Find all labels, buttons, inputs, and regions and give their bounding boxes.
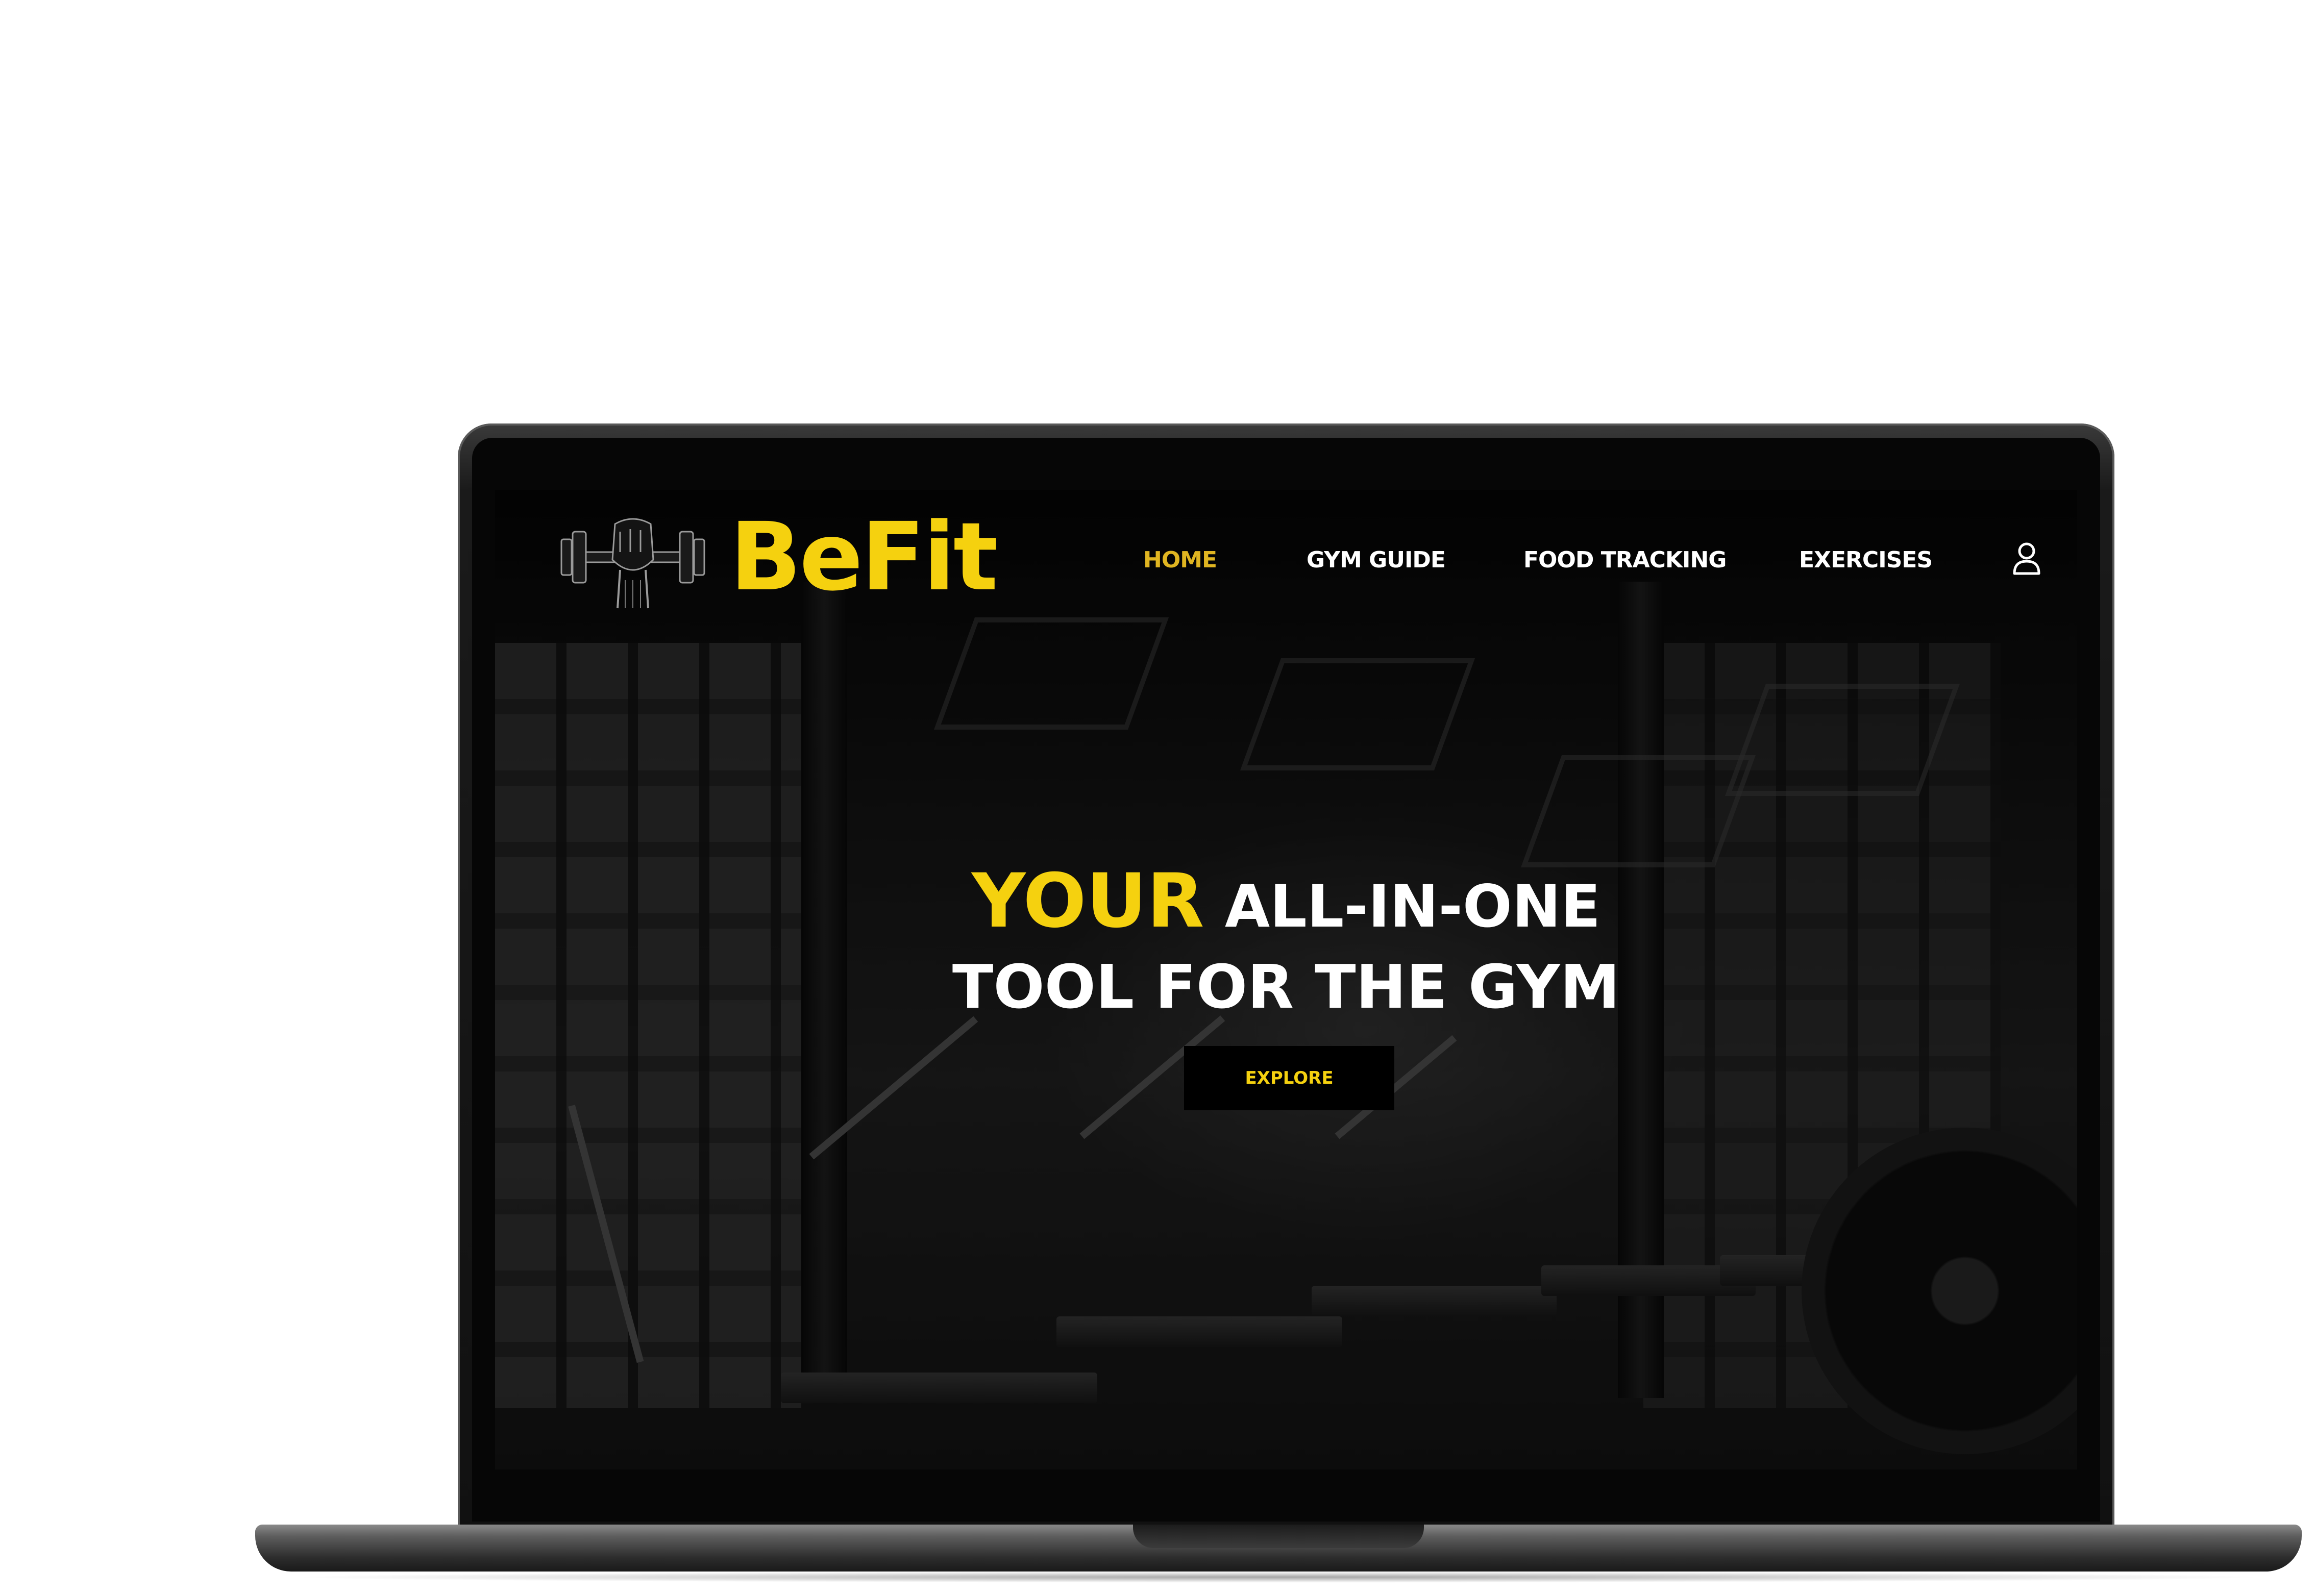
mockup-stage: BeFit HOME GYM GUIDE FOOD TRACKING EXERC… bbox=[0, 0, 2315, 1596]
explore-button[interactable]: EXPLORE bbox=[1184, 1046, 1394, 1110]
laptop-shadow bbox=[286, 1572, 2271, 1583]
nav-link-gym-guide[interactable]: GYM GUIDE bbox=[1307, 547, 1446, 573]
hero-line-1-rest: ALL-IN-ONE bbox=[1224, 872, 1601, 941]
hero-line-1: YOUR ALL-IN-ONE bbox=[495, 858, 2077, 950]
nav-link-exercises[interactable]: EXERCISES bbox=[1799, 547, 1933, 573]
user-icon[interactable] bbox=[2011, 541, 2042, 577]
logo[interactable]: BeFit bbox=[556, 501, 998, 613]
navbar: BeFit HOME GYM GUIDE FOOD TRACKING EXERC… bbox=[495, 490, 2077, 622]
hero-heading: YOUR ALL-IN-ONE TOOL FOR THE GYM bbox=[495, 858, 2077, 1028]
website-screen: BeFit HOME GYM GUIDE FOOD TRACKING EXERC… bbox=[495, 490, 2077, 1469]
nav-link-home[interactable]: HOME bbox=[1143, 547, 1217, 573]
hero-accent-word: YOUR bbox=[971, 858, 1204, 945]
brand-name: BeFit bbox=[730, 503, 998, 612]
laptop-base bbox=[255, 1525, 2302, 1572]
laptop-hinge-notch bbox=[1133, 1525, 1424, 1548]
dumbbell-fist-icon bbox=[560, 518, 705, 609]
hero-line-2: TOOL FOR THE GYM bbox=[952, 952, 1620, 1023]
nav-link-food-tracking[interactable]: FOOD TRACKING bbox=[1523, 547, 1727, 573]
